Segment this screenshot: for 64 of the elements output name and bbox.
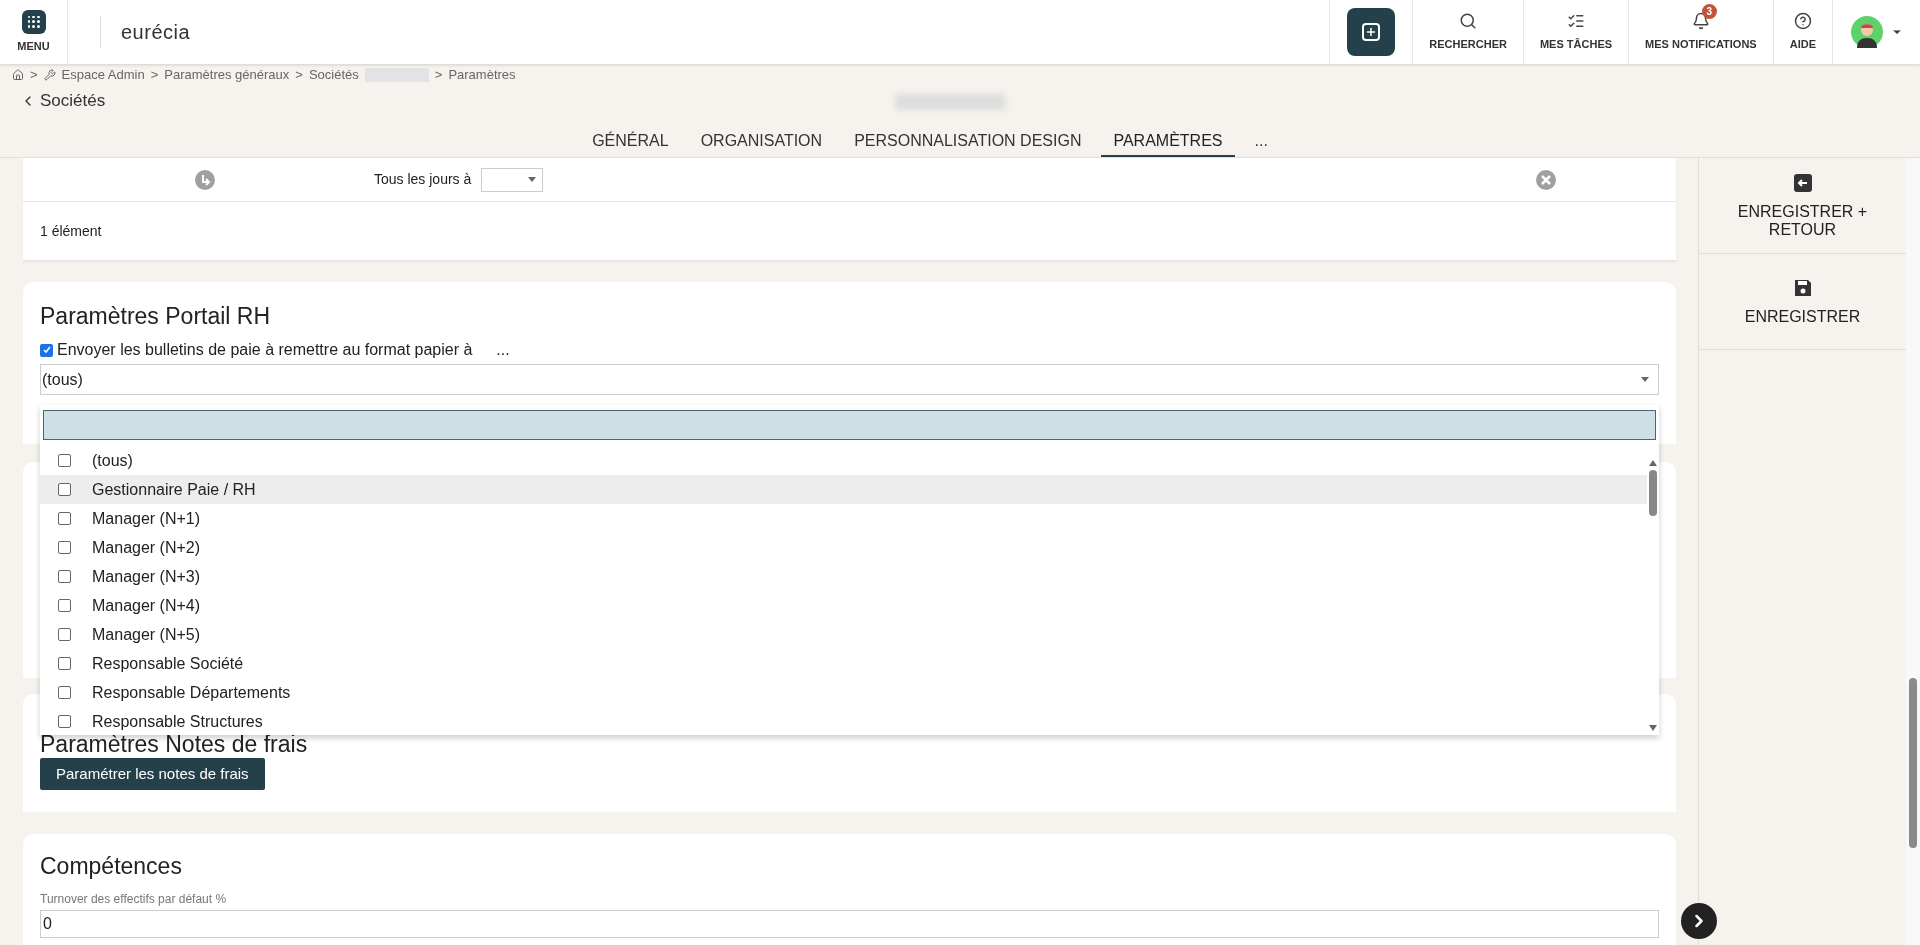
wrench-icon [43, 69, 56, 81]
tab[interactable]: GÉNÉRAL [580, 129, 681, 157]
header-action[interactable]: AIDE [1772, 0, 1832, 64]
checkbox[interactable] [58, 715, 71, 728]
tab[interactable]: ORGANISATION [688, 129, 835, 157]
breadcrumb-separator: > [30, 66, 38, 85]
schedule-label: Tous les jours à [374, 170, 472, 189]
checkbox[interactable] [58, 657, 71, 670]
notification-badge: 3 [1701, 3, 1717, 19]
add-button[interactable] [1347, 8, 1396, 56]
save-return-icon [1792, 172, 1813, 193]
checkbox[interactable] [58, 454, 71, 467]
header-action[interactable]: RECHERCHER [1412, 0, 1523, 64]
more-button[interactable]: ... [496, 338, 510, 362]
page-scrollbar[interactable] [1906, 158, 1920, 945]
dropdown-option[interactable]: Responsable Départements [40, 678, 1647, 707]
checkbox[interactable] [58, 483, 71, 496]
dropdown-option[interactable]: Responsable Société [40, 649, 1647, 678]
search-icon [1459, 11, 1478, 30]
grid-icon [21, 9, 46, 34]
checkbox-label: Envoyer les bulletins de paie à remettre au format papier à [57, 340, 473, 360]
configure-button[interactable]: Paramétrer les notes de frais [40, 758, 265, 790]
checkbox[interactable] [58, 628, 71, 641]
breadcrumb-separator: > [434, 66, 443, 85]
dropdown-option[interactable]: Gestionnaire Paie / RH [40, 475, 1647, 504]
breadcrumb-separator: > [295, 66, 303, 85]
dropdown-option[interactable]: Manager (N+2) [40, 533, 1647, 562]
back-link[interactable]: Sociétés [40, 88, 106, 114]
checkbox[interactable] [58, 570, 71, 583]
breadcrumb-separator: > [150, 66, 159, 85]
tab[interactable]: PERSONNALISATION DESIGN [842, 129, 1094, 157]
plus-icon [1362, 23, 1381, 41]
breadcrumb-current: Paramètres [448, 66, 516, 85]
avatar [1850, 16, 1883, 48]
home-icon[interactable] [12, 69, 24, 81]
help-icon [1793, 11, 1812, 30]
tab[interactable]: ... [1242, 129, 1280, 157]
checkbox[interactable] [40, 343, 53, 357]
header-action[interactable]: 3 MES NOTIFICATIONS [1628, 0, 1773, 64]
next-button[interactable] [1681, 903, 1717, 939]
header-action[interactable]: MES TÂCHES [1522, 0, 1629, 64]
turnover-field[interactable]: 0 [40, 910, 1659, 938]
recipients-select[interactable]: (tous) [40, 364, 1659, 395]
menu-button[interactable]: MENU [0, 0, 68, 64]
checkbox[interactable] [58, 686, 71, 699]
checkbox[interactable] [58, 599, 71, 612]
dropdown-option[interactable]: (tous) [40, 446, 1647, 475]
checkbox[interactable] [58, 512, 71, 525]
dropdown-option[interactable]: Manager (N+3) [40, 562, 1647, 591]
item-count: 1 élément [40, 222, 103, 241]
field-label: Turnover des effectifs par défaut % [40, 891, 228, 908]
section-title: Compétences [40, 852, 183, 880]
remove-icon[interactable] [1536, 169, 1556, 190]
reply-icon[interactable] [195, 169, 215, 190]
dropdown-search-field[interactable] [43, 410, 1656, 440]
section-title: Paramètres Portail RH [40, 302, 272, 330]
logo[interactable]: eurécia [121, 17, 191, 47]
breadcrumb-link[interactable]: Sociétés [308, 65, 359, 85]
dropdown-option[interactable]: Manager (N+5) [40, 620, 1647, 649]
dropdown-option[interactable]: Manager (N+4) [40, 591, 1647, 620]
breadcrumb-link[interactable]: Espace Admin [61, 65, 145, 85]
checkbox[interactable] [58, 541, 71, 554]
dropdown-option[interactable]: Manager (N+1) [40, 504, 1647, 533]
breadcrumb-link[interactable]: Paramètres généraux [164, 65, 290, 85]
